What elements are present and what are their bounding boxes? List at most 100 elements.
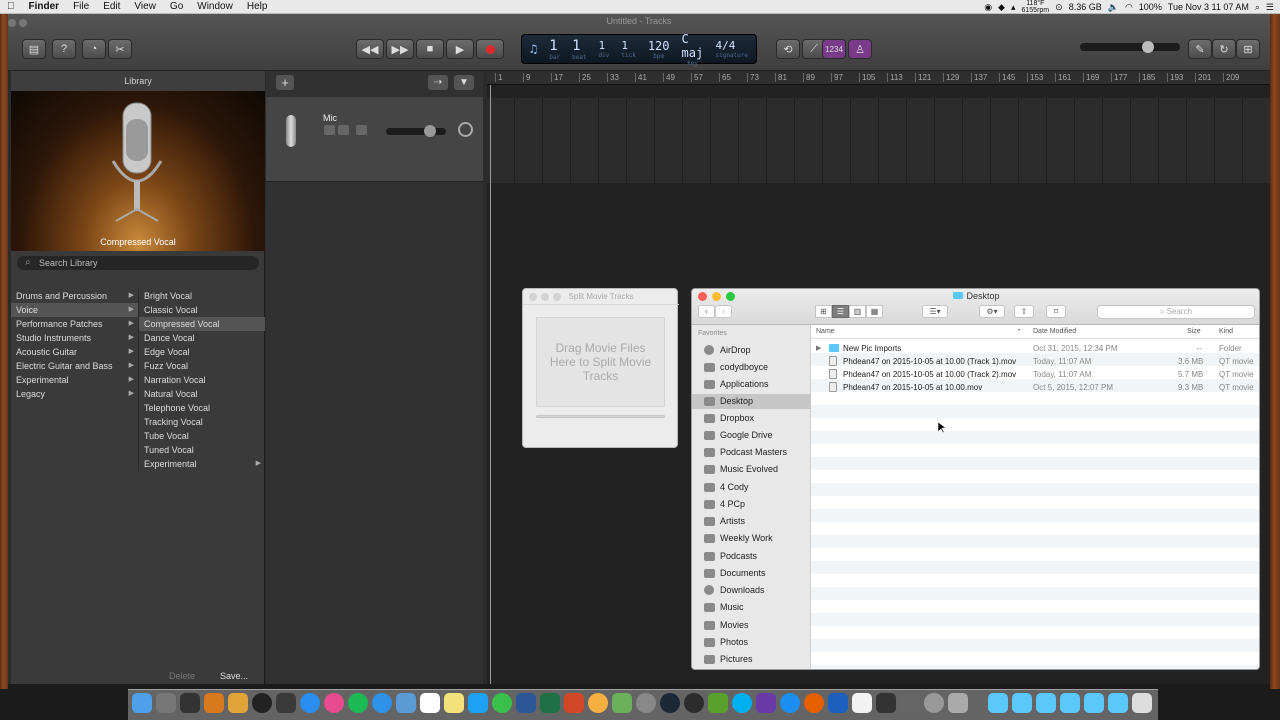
screen-icon[interactable] [828, 693, 848, 713]
split-minimize-button[interactable] [541, 293, 549, 301]
patch-item[interactable]: Tuned Vocal [139, 443, 265, 457]
record-enable-button[interactable] [356, 125, 367, 135]
battery-readout[interactable]: 100% [1139, 2, 1162, 12]
settings-icon[interactable] [636, 693, 656, 713]
torrent-icon[interactable] [708, 693, 728, 713]
category-item[interactable]: Experimental ▶ [11, 373, 138, 387]
spotify-icon[interactable] [348, 693, 368, 713]
category-item[interactable]: Drums and Percussion ▶ [11, 289, 138, 303]
garageband-icon[interactable] [204, 693, 224, 713]
delete-button[interactable]: Delete [169, 671, 195, 681]
sidebar-item-google-drive[interactable]: Google Drive [692, 428, 811, 443]
play-button[interactable]: ▶ [446, 39, 474, 59]
add-track-button[interactable]: + [276, 75, 294, 90]
lcd-key[interactable]: C maj [682, 32, 704, 60]
excel-icon[interactable] [540, 693, 560, 713]
master-volume-slider[interactable] [1080, 41, 1180, 53]
column-header-name[interactable]: Name [816, 328, 835, 335]
action-gear-button[interactable]: ⚙▾ [979, 305, 1005, 318]
trash-icon[interactable] [1132, 693, 1152, 713]
metronome-icon[interactable]: ♫ [530, 42, 537, 56]
track-row[interactable]: Mic [266, 97, 483, 182]
movie-drop-zone[interactable]: Drag Movie Files Here to Split Movie Tra… [536, 317, 665, 407]
patch-item[interactable]: Fuzz Vocal [139, 359, 265, 373]
file-row[interactable]: Phdean47 on 2015-10-05 at 10.00.mov Oct … [811, 381, 1259, 394]
share-button[interactable]: ⇧ [1014, 305, 1034, 318]
safari-icon[interactable] [372, 693, 392, 713]
icon-view-button[interactable]: ⊞ [815, 305, 832, 318]
track-volume-knob[interactable] [424, 125, 436, 137]
keychain-icon[interactable] [948, 693, 968, 713]
patch-item[interactable]: Natural Vocal [139, 387, 265, 401]
master-volume-knob[interactable] [1142, 41, 1154, 53]
wifi-icon[interactable]: ◠ [1125, 2, 1133, 13]
patch-item[interactable]: Classic Vocal [139, 303, 265, 317]
column-view-button[interactable]: ▥ [849, 305, 866, 318]
logic-icon[interactable] [228, 693, 248, 713]
record-status-icon[interactable]: ◉ [984, 2, 992, 13]
category-item[interactable]: Voice ▶ [11, 303, 138, 317]
messages-icon[interactable] [492, 693, 512, 713]
notepad-button[interactable]: ✎ [1188, 39, 1212, 59]
patch-item[interactable]: Tracking Vocal [139, 415, 265, 429]
menu-app-name[interactable]: Finder [22, 1, 67, 12]
sidebar-item-music-evolved[interactable]: Music Evolved [692, 462, 811, 477]
media-browser-button[interactable]: ⊞ [1236, 39, 1260, 59]
ruler[interactable]: 1 9 17 25 33 41 49 57 65 73 81 89 97 105 113 121 129 137 1… [487, 71, 1270, 85]
lcd-signature[interactable]: 4/4 [715, 39, 735, 52]
cycle-button[interactable]: ⟲ [776, 39, 800, 59]
track-name[interactable]: Mic [323, 113, 337, 123]
track-lane[interactable] [487, 98, 1270, 183]
arrange-button[interactable]: ☰▾ [922, 305, 948, 318]
sidebar-item-movies[interactable]: Movies [692, 618, 811, 633]
column-header-kind[interactable]: Kind [1219, 328, 1233, 335]
itunes-icon[interactable] [324, 693, 344, 713]
catch-playhead-icon[interactable]: ⇢ [428, 75, 448, 90]
editors-button[interactable]: ✂ [108, 39, 132, 59]
sidebar-item-weekly-work[interactable]: Weekly Work [692, 531, 811, 546]
sidebar-item-podcasts[interactable]: Podcasts [692, 549, 811, 564]
preview-icon[interactable] [396, 693, 416, 713]
patch-item[interactable]: Narration Vocal [139, 373, 265, 387]
column-header-date[interactable]: Date Modified [1033, 328, 1076, 335]
dock-folder-icon[interactable] [1084, 693, 1104, 713]
sidebar-item-desktop[interactable]: Desktop [692, 394, 811, 409]
downloads-stack-icon[interactable] [1108, 693, 1128, 713]
forward-nav-button[interactable]: › [715, 305, 732, 318]
powerpoint-icon[interactable] [564, 693, 584, 713]
sidebar-item-music[interactable]: Music [692, 600, 811, 615]
firefox-icon[interactable] [804, 693, 824, 713]
temperature-readout[interactable]: 118°F 6155rpm [1022, 0, 1050, 14]
split-close-button[interactable] [529, 293, 537, 301]
finder-search-input[interactable]: ⌕ Search [1097, 305, 1255, 319]
timemachine-icon[interactable]: ⊙ [1055, 2, 1063, 13]
mute-button[interactable] [324, 125, 335, 135]
clock-readout[interactable]: Tue Nov 3 11 07 AM [1168, 2, 1249, 12]
dock-folder-icon[interactable] [1060, 693, 1080, 713]
menu-view[interactable]: View [127, 1, 163, 12]
dock-folder-icon[interactable] [988, 693, 1008, 713]
menu-window[interactable]: Window [190, 1, 240, 12]
filter-icon[interactable]: ▼ [454, 75, 474, 90]
word-icon[interactable] [516, 693, 536, 713]
twitter-icon[interactable] [468, 693, 488, 713]
headphones-icon[interactable] [338, 125, 349, 135]
file-row[interactable]: Phdean47 on 2015-10-05 at 10.00 (Track 2… [811, 368, 1259, 381]
metronome-button[interactable]: ♙ [848, 39, 872, 59]
category-item[interactable]: Acoustic Guitar ▶ [11, 345, 138, 359]
library-search-input[interactable]: Search Library [17, 256, 259, 270]
finder-icon[interactable] [132, 693, 152, 713]
sidebar-item-4-cody[interactable]: 4 Cody [692, 480, 811, 495]
bluetooth-icon[interactable]: ◆ [998, 2, 1005, 13]
system-prefs-icon[interactable] [924, 693, 944, 713]
category-item[interactable]: Electric Guitar and Bass ▶ [11, 359, 138, 373]
menu-edit[interactable]: Edit [96, 1, 127, 12]
launchpad-icon[interactable] [156, 693, 176, 713]
list-view-button[interactable]: ☰ [832, 305, 849, 318]
headphones-app-icon[interactable] [276, 693, 296, 713]
menu-help[interactable]: Help [240, 1, 275, 12]
sidebar-item-pictures[interactable]: Pictures [692, 652, 811, 667]
smart-controls-button[interactable]: ◔ [82, 39, 106, 59]
utility-icon[interactable] [900, 693, 920, 713]
column-header-size[interactable]: Size [1187, 328, 1201, 335]
